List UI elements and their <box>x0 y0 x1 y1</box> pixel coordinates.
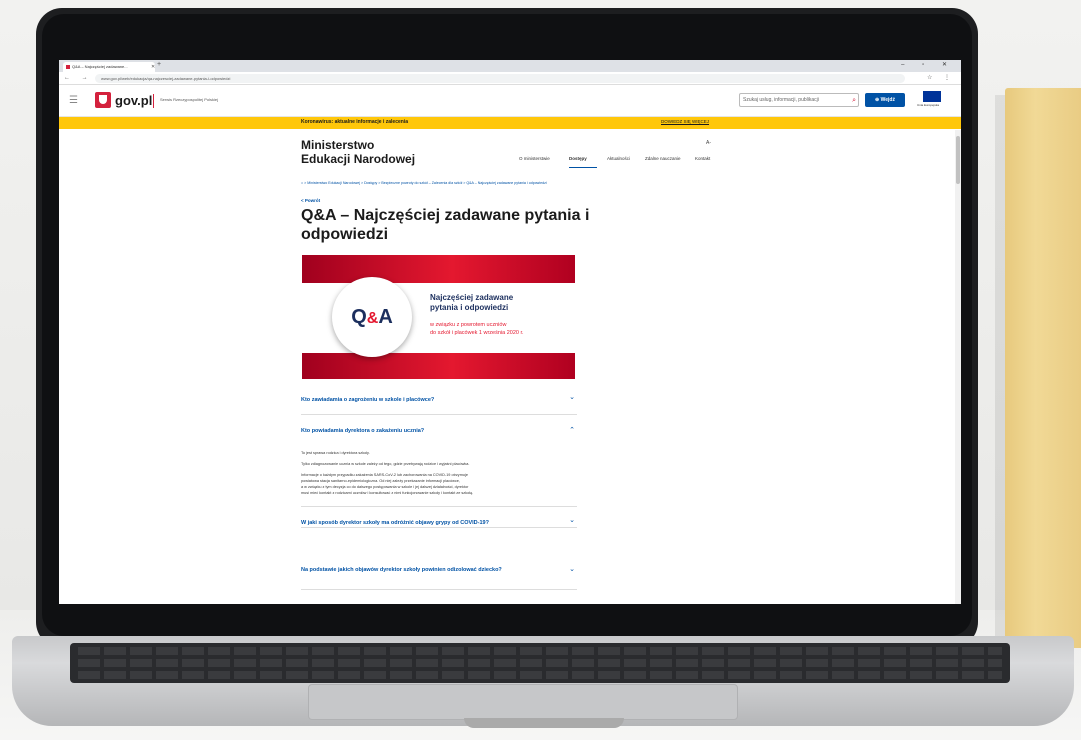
accordion-question: Kto powiadamia dyrektora o zakażeniu ucz… <box>301 428 425 434</box>
window-controls[interactable]: – ▫ ✕ <box>901 61 955 68</box>
tab-title: Q&A – Najczęściej zadawane... <box>72 64 128 69</box>
search-icon[interactable]: ⌕ <box>852 95 856 106</box>
laptop-hinge <box>464 718 624 728</box>
qa-circle-logo: Q&A <box>332 277 412 357</box>
search-placeholder: Szukaj usług, informacji, publikacji <box>743 97 819 103</box>
eu-label: Unia Europejska <box>917 103 940 107</box>
chevron-down-icon[interactable]: ⌄ <box>569 393 575 401</box>
address-bar: ← → ⟳ www.gov.pl/web/edukacja/qa-najczes… <box>59 72 961 85</box>
header-divider <box>153 94 154 108</box>
accordion-item-expanded[interactable]: Kto powiadamia dyrektora o zakażeniu ucz… <box>301 415 577 445</box>
answer-paragraph-line: musi mieć kontakt z rodzicami uczniów i … <box>301 491 474 495</box>
browser-tab-bar: Q&A – Najczęściej zadawane... ✕ + – ▫ ✕ <box>59 60 961 72</box>
gov-emblem-icon[interactable] <box>95 92 111 108</box>
nav-item-remote[interactable]: Zdalne nauczanie <box>645 156 681 161</box>
accordion-item[interactable]: Kto zawiadamia o zagrożeniu w szkole i p… <box>301 385 577 415</box>
close-icon[interactable]: ✕ <box>151 62 155 72</box>
accordion-question: Kto zawiadamia o zagrożeniu w szkole i p… <box>301 397 435 403</box>
login-button[interactable]: ⊕ Wejdź <box>865 93 905 107</box>
banner-link[interactable]: DOWIEDZ SIĘ WIĘCEJ <box>661 119 709 124</box>
accordion-item[interactable]: W jaki sposób dyrektor szkoły ma odróżni… <box>301 506 577 528</box>
keyboard <box>70 643 1010 683</box>
nav-item-about[interactable]: O ministerstwie <box>519 156 550 161</box>
site-header: ☰ gov.pl Serwis Rzeczypospolitej Polskie… <box>59 85 961 117</box>
ministry-nav: O ministerstwie Dostępy Aktualności Zdal… <box>519 156 719 170</box>
page-title: Q&A – Najczęściej zadawane pytania i odp… <box>301 207 590 243</box>
laptop-screen: Q&A – Najczęściej zadawane... ✕ + – ▫ ✕ … <box>59 60 961 604</box>
menu-icon[interactable]: ☰ <box>69 95 78 106</box>
accordion-answer: To jest sprawa rodzica i dyrektora szkoł… <box>301 450 577 496</box>
key-row <box>78 659 1002 667</box>
hero-sub-line2: do szkół i placówek 1 września 2020 r. <box>430 330 524 336</box>
header-subtitle: Serwis Rzeczypospolitej Polskiej <box>160 97 219 102</box>
nav-item-contact[interactable]: Kontakt <box>695 156 710 161</box>
browser-tab[interactable]: Q&A – Najczęściej zadawane... ✕ <box>63 62 155 72</box>
hero-sub-line1: w związku z powrotem uczniów <box>430 322 507 328</box>
back-link[interactable]: < Powrót <box>301 198 320 203</box>
breadcrumb[interactable]: ⌂ > Ministerstwo Edukacji Narodowej > Do… <box>301 181 547 185</box>
answer-paragraph: Tylko zdiagnozowanie ucznia w szkole zal… <box>301 462 470 466</box>
qa-hero-image: Q&A Najczęściej zadawane pytania i odpow… <box>302 255 575 379</box>
accordion-question: W jaki sposób dyrektor szkoły ma odróżni… <box>301 520 489 526</box>
touchpad <box>308 684 738 720</box>
ministry-title[interactable]: Ministerstwo Edukacji Narodowej <box>301 138 415 166</box>
hero-red-band-bottom <box>302 353 575 379</box>
key-row <box>78 647 1002 655</box>
qa-ampersand: & <box>366 310 379 327</box>
hero-heading: Najczęściej zadawane pytania i odpowiedz… <box>430 293 513 313</box>
accordion-question: Na podstawie jakich objawów dyrektor szk… <box>301 567 502 573</box>
url-input[interactable]: www.gov.pl/web/edukacja/qa-najczesciej-z… <box>95 74 905 83</box>
site-logo[interactable]: gov.pl <box>115 93 152 108</box>
chevron-up-icon[interactable]: ⌃ <box>569 426 575 434</box>
new-tab-button[interactable]: + <box>157 61 161 68</box>
chevron-down-icon[interactable]: ⌄ <box>569 516 575 524</box>
ministry-line1: Ministerstwo <box>301 138 375 152</box>
search-input[interactable]: Szukaj usług, informacji, publikacji ⌕ <box>739 93 859 107</box>
favicon-icon <box>66 65 70 69</box>
covid-banner: Koronawirus: aktualne informacje i zalec… <box>59 117 961 129</box>
hero-subheading: w związku z powrotem uczniów do szkół i … <box>430 321 524 337</box>
font-size-toggle[interactable]: A- <box>706 140 711 146</box>
chevron-down-icon[interactable]: ⌄ <box>569 565 575 573</box>
active-nav-underline <box>569 167 597 168</box>
banner-text: Koronawirus: aktualne informacje i zalec… <box>301 119 408 125</box>
ministry-line2: Edukacji Narodowej <box>301 152 416 166</box>
scroll-thumb[interactable] <box>956 136 960 184</box>
qa-letter-a: A <box>378 306 393 328</box>
eu-flag-icon <box>923 91 941 102</box>
nav-item-news[interactable]: Aktualności <box>607 156 630 161</box>
bookmark-icon[interactable]: ☆ ⋮ <box>927 74 955 81</box>
hero-heading-line1: Najczęściej zadawane <box>430 293 514 302</box>
page-scrollbar[interactable] <box>955 130 961 604</box>
answer-paragraph: To jest sprawa rodzica i dyrektora szkoł… <box>301 451 370 455</box>
key-row <box>78 671 1002 679</box>
qa-letter-q: Q <box>351 306 367 328</box>
hero-heading-line2: pytania i odpowiedzi <box>430 303 509 312</box>
book <box>1005 88 1081 648</box>
eu-logo: Unia Europejska <box>917 91 949 109</box>
accordion-item[interactable]: Na podstawie jakich objawów dyrektor szk… <box>301 550 577 590</box>
hero-red-band-top <box>302 255 575 283</box>
nav-item-access[interactable]: Dostępy <box>569 156 587 161</box>
